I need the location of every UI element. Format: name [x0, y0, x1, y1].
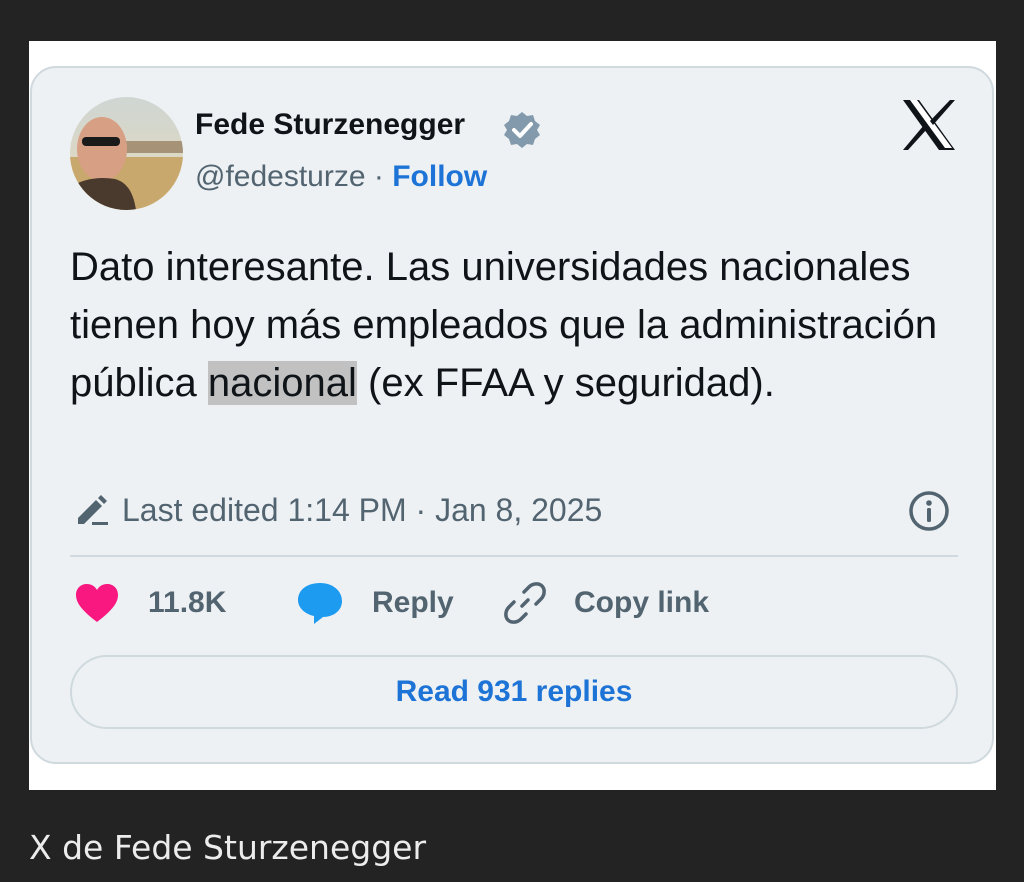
heart-icon [76, 584, 118, 622]
info-icon[interactable] [907, 489, 951, 533]
like-button[interactable]: 11.8K [74, 578, 226, 628]
pencil-icon [78, 495, 108, 525]
author-handle[interactable]: @fedesturze [195, 160, 366, 193]
copy-link-label: Copy link [574, 586, 710, 619]
follow-button[interactable]: Follow [392, 160, 487, 193]
x-logo-icon[interactable] [900, 98, 958, 152]
divider [70, 555, 958, 557]
embed-caption: X de Fede Sturzenegger [29, 828, 427, 867]
speech-bubble-icon [298, 583, 342, 624]
like-count: 11.8K [148, 586, 227, 619]
read-replies-button[interactable]: Read 931 replies [70, 655, 958, 729]
tweet-text-end: (ex FFAA y seguridad). [356, 361, 775, 405]
tweet-text: Dato interesante. Las universidades naci… [70, 238, 970, 412]
verified-badge-icon [504, 112, 540, 148]
handle-separator: · [365, 160, 393, 193]
action-bar: 11.8K Reply Copy link [74, 578, 974, 628]
copy-link-button[interactable]: Copy link [504, 578, 709, 628]
avatar[interactable] [70, 97, 183, 210]
edit-info[interactable]: Last edited 1:14 PM · Jan 8, 2025 [74, 488, 602, 532]
reply-button[interactable]: Reply [296, 578, 454, 628]
tweet-card: Fede Sturzenegger @fedesturze · Follow D… [30, 66, 994, 764]
reply-label: Reply [372, 586, 454, 619]
last-edited-text: Last edited 1:14 PM · Jan 8, 2025 [122, 491, 603, 528]
highlighted-word: nacional [207, 361, 357, 405]
author-name[interactable]: Fede Sturzenegger [195, 108, 465, 142]
handle-row: @fedesturze · Follow [195, 160, 487, 194]
link-icon [504, 582, 546, 624]
